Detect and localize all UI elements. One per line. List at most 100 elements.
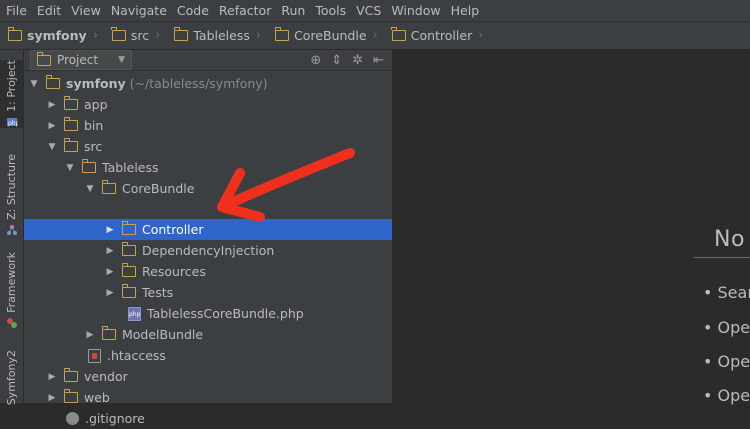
tree-item-htaccess[interactable]: .htaccess bbox=[24, 345, 392, 366]
menu-tools[interactable]: Tools bbox=[310, 0, 351, 21]
tab-structure[interactable]: Z: Structure bbox=[0, 154, 23, 236]
tree-item-bin[interactable]: ▶ bin bbox=[24, 115, 392, 136]
breadcrumb-item-src[interactable]: src › bbox=[104, 22, 166, 49]
chevron-right-icon[interactable]: ▶ bbox=[46, 121, 58, 131]
chevron-right-icon[interactable]: ▶ bbox=[104, 267, 116, 277]
tree-item-label: vendor bbox=[84, 369, 128, 384]
tab-symfony2[interactable]: Symfony2 bbox=[0, 350, 23, 405]
chevron-right-icon: › bbox=[92, 28, 98, 43]
tree-item-label: DependencyInjection bbox=[142, 243, 275, 258]
menu-run[interactable]: Run bbox=[276, 0, 310, 21]
chevron-right-icon[interactable]: ▶ bbox=[46, 393, 58, 403]
tree-item-label: Controller bbox=[142, 222, 204, 237]
project-panel-header: Project ▼ ⊕ ⇕ ✲ ⇤ bbox=[24, 50, 392, 71]
menu-code[interactable]: Code bbox=[172, 0, 214, 21]
php-file-icon bbox=[128, 306, 141, 321]
folder-icon bbox=[274, 27, 290, 41]
tree-item-label: Tests bbox=[142, 285, 174, 300]
chevron-right-icon[interactable]: ▶ bbox=[46, 100, 58, 110]
breadcrumb-label: CoreBundle bbox=[294, 28, 367, 43]
breadcrumb-item-tableless[interactable]: Tableless › bbox=[166, 22, 267, 49]
chevron-down-icon[interactable]: ▼ bbox=[46, 142, 58, 152]
menu-edit[interactable]: Edit bbox=[32, 0, 66, 21]
tree-item-dependencyinjection[interactable]: ▶ DependencyInjection bbox=[24, 240, 392, 261]
folder-icon bbox=[121, 263, 136, 277]
chevron-right-icon[interactable]: ▶ bbox=[46, 372, 58, 382]
scroll-from-source-icon[interactable]: ⊕ bbox=[310, 53, 321, 68]
chevron-right-icon: › bbox=[372, 28, 378, 43]
svg-text:php: php bbox=[8, 120, 18, 127]
tree-item-label: Resources bbox=[142, 264, 206, 279]
tree-item-label: TablelessCoreBundle.php bbox=[147, 306, 304, 321]
folder-icon bbox=[63, 368, 78, 382]
collapse-all-icon[interactable]: ⇕ bbox=[331, 53, 342, 68]
chevron-right-icon: › bbox=[155, 28, 161, 43]
tree-item-label: ModelBundle bbox=[122, 327, 204, 342]
tree-item-label: app bbox=[84, 97, 108, 112]
tree-item-path: (~/tableless/symfony) bbox=[129, 76, 268, 91]
project-view-dropdown[interactable]: Project ▼ bbox=[30, 50, 132, 70]
chevron-right-icon: › bbox=[478, 28, 484, 43]
tree-item-modelbundle[interactable]: ▶ ModelBundle bbox=[24, 324, 392, 345]
tab-structure-label: Z: Structure bbox=[5, 154, 18, 220]
chevron-right-icon[interactable]: ▶ bbox=[104, 246, 116, 256]
panel-toolbar: ⊕ ⇕ ✲ ⇤ bbox=[310, 53, 392, 68]
chevron-down-icon[interactable]: ▼ bbox=[64, 163, 76, 173]
divider bbox=[694, 257, 750, 258]
breadcrumb-label: Tableless bbox=[193, 28, 250, 43]
menu-window[interactable]: Window bbox=[386, 0, 445, 21]
breadcrumb-item-controller[interactable]: Controller › bbox=[384, 22, 490, 49]
tree-item-label: bin bbox=[84, 118, 104, 133]
tree-item-label: .htaccess bbox=[107, 348, 166, 363]
folder-icon bbox=[36, 51, 51, 66]
tree-item-label: CoreBundle bbox=[122, 181, 195, 196]
chevron-down-icon: ▼ bbox=[118, 55, 125, 65]
empty-editor-tip: • Oper bbox=[703, 352, 750, 371]
tree-item-symfony[interactable]: ▼ symfony (~/tableless/symfony) bbox=[24, 73, 392, 94]
menu-navigate[interactable]: Navigate bbox=[106, 0, 172, 21]
menu-bar: File Edit View Navigate Code Refactor Ru… bbox=[0, 0, 750, 22]
tree-item-gitignore[interactable]: .gitignore bbox=[24, 408, 392, 429]
chevron-down-icon[interactable]: ▼ bbox=[28, 79, 40, 89]
breadcrumb-item-symfony[interactable]: symfony › bbox=[0, 22, 104, 49]
tree-item-label: src bbox=[84, 139, 103, 154]
hide-panel-icon[interactable]: ⇤ bbox=[373, 53, 384, 68]
tree-item-web[interactable]: ▶ web bbox=[24, 387, 392, 408]
chevron-down-icon[interactable]: ▼ bbox=[84, 184, 96, 194]
folder-icon bbox=[63, 389, 78, 403]
framework-icon bbox=[6, 317, 17, 328]
project-view-label: Project bbox=[57, 53, 99, 67]
breadcrumb-label: Controller bbox=[410, 28, 473, 43]
htaccess-file-icon bbox=[88, 348, 101, 363]
tab-framework[interactable]: Framework bbox=[0, 252, 23, 329]
gear-icon[interactable]: ✲ bbox=[352, 53, 363, 68]
tab-project-label: 1: Project bbox=[5, 60, 18, 112]
chevron-right-icon[interactable]: ▶ bbox=[104, 288, 116, 298]
folder-icon bbox=[63, 117, 78, 131]
folder-icon bbox=[63, 138, 78, 152]
chevron-right-icon[interactable]: ▶ bbox=[84, 330, 96, 340]
chevron-right-icon[interactable]: ▶ bbox=[104, 225, 116, 235]
menu-refactor[interactable]: Refactor bbox=[214, 0, 276, 21]
structure-icon bbox=[6, 224, 17, 235]
breadcrumb: symfony › src › Tableless › CoreBundle ›… bbox=[0, 22, 750, 50]
menu-file[interactable]: File bbox=[0, 0, 32, 21]
tab-project[interactable]: 1: Project php bbox=[0, 60, 23, 128]
tree-item-tablelesscorebundle[interactable]: TablelessCoreBundle.php bbox=[24, 303, 392, 324]
tree-item-vendor[interactable]: ▶ vendor bbox=[24, 366, 392, 387]
tree-item-resources[interactable]: ▶ Resources bbox=[24, 261, 392, 282]
menu-view[interactable]: View bbox=[66, 0, 106, 21]
folder-icon bbox=[121, 221, 136, 235]
editor-area: No • Sear • Oper • Oper • Oper bbox=[393, 50, 750, 405]
menu-help[interactable]: Help bbox=[446, 0, 485, 21]
empty-editor-tip: • Sear bbox=[703, 283, 750, 302]
folder-icon bbox=[391, 27, 406, 41]
project-icon: php bbox=[6, 117, 18, 127]
folder-icon bbox=[121, 242, 136, 256]
tree-item-app[interactable]: ▶ app bbox=[24, 94, 392, 115]
breadcrumb-item-corebundle[interactable]: CoreBundle › bbox=[267, 22, 384, 49]
menu-vcs[interactable]: VCS bbox=[351, 0, 386, 21]
tree-item-tests[interactable]: ▶ Tests bbox=[24, 282, 392, 303]
annotation-arrow-icon bbox=[217, 148, 355, 222]
folder-icon bbox=[45, 75, 60, 89]
